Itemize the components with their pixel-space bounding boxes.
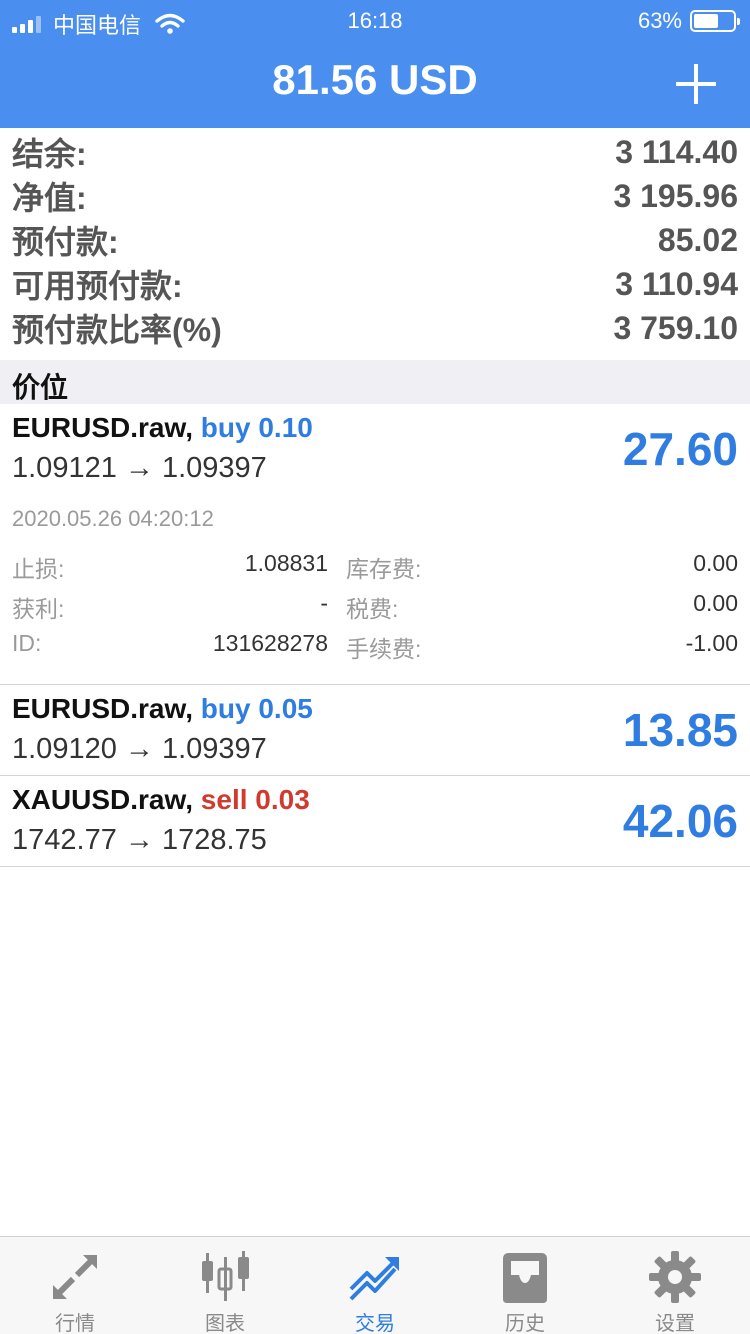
position-prices: 1.09121 → 1.09397 (12, 452, 267, 484)
summary-label: 净值: (12, 180, 87, 216)
detail-stop-loss: 止损: 1.08831 (12, 550, 328, 584)
tab-trade[interactable]: 交易 (300, 1237, 450, 1334)
order-type: buy 0.10 (200, 412, 313, 443)
detail-id: ID: 131628278 (12, 630, 328, 657)
detail-label: 获利: (12, 596, 65, 622)
summary-label: 结余: (12, 136, 87, 172)
add-order-button[interactable] (676, 64, 716, 104)
positions-section-header: 价位 (0, 360, 750, 404)
position-details: 2020.05.26 04:20:12 止损: 1.08831 库存费: 0.0… (0, 494, 750, 684)
symbol-name: EURUSD.raw, (12, 693, 194, 724)
position-symbol: XAUUSD.raw, sell 0.03 (12, 784, 310, 816)
detail-take-profit: 获利: - (12, 590, 328, 624)
summary-value: 3 110.94 (615, 265, 738, 302)
tab-label: 设置 (655, 1313, 695, 1334)
trade-trend-icon (349, 1257, 399, 1301)
symbol-name: EURUSD.raw, (12, 412, 194, 443)
tab-quotes[interactable]: 行情 (0, 1237, 150, 1334)
position-profit: 27.60 (622, 423, 738, 475)
summary-value: 3 195.96 (613, 177, 738, 214)
symbol-name: XAUUSD.raw, (12, 784, 194, 815)
position-symbol: EURUSD.raw, buy 0.05 (12, 693, 313, 725)
detail-swap: 库存费: 0.00 (346, 550, 738, 584)
position-profit: 13.85 (622, 704, 738, 756)
summary-value: 85.02 (657, 221, 738, 258)
summary-row-margin: 预付款: 85.02 (0, 218, 750, 262)
detail-value: - (320, 590, 328, 616)
summary-label: 预付款: (12, 224, 119, 260)
detail-value: -1.00 (685, 630, 738, 656)
history-inbox-icon (503, 1253, 547, 1303)
summary-row-margin-level: 预付款比率(%) 3 759.10 (0, 306, 750, 350)
open-time: 2020.05.26 04:20:12 (12, 506, 214, 531)
summary-value: 3 114.40 (615, 133, 738, 170)
detail-label: 手续费: (346, 636, 422, 662)
tab-settings[interactable]: 设置 (600, 1237, 750, 1334)
battery-icon (690, 10, 740, 32)
detail-value: 131628278 (212, 630, 328, 656)
tab-label: 行情 (55, 1313, 95, 1334)
tab-label: 历史 (505, 1313, 545, 1334)
summary-label: 可用预付款: (12, 268, 183, 304)
position-profit: 42.06 (622, 795, 738, 847)
detail-commission: 手续费: -1.00 (346, 630, 738, 664)
account-summary: 结余: 3 114.40 净值: 3 195.96 预付款: 85.02 可用预… (0, 130, 750, 350)
position-prices: 1742.77 → 1728.75 (12, 824, 267, 856)
tab-history[interactable]: 历史 (450, 1237, 600, 1334)
summary-row-free-margin: 可用预付款: 3 110.94 (0, 262, 750, 306)
positions-list: EURUSD.raw, buy 0.10 1.09121 → 1.09397 2… (0, 404, 750, 867)
tab-bar: 行情 图表 交易 历史 设置 (0, 1236, 750, 1334)
status-bar: 中国电信 16:18 63% (0, 0, 750, 40)
summary-row-balance: 结余: 3 114.40 (0, 130, 750, 174)
detail-value: 1.08831 (244, 550, 328, 576)
summary-row-equity: 净值: 3 195.96 (0, 174, 750, 218)
detail-tax: 税费: 0.00 (346, 590, 738, 624)
battery-percent: 63% (637, 8, 682, 33)
detail-label: 止损: (12, 556, 65, 582)
detail-label: ID: (12, 630, 42, 656)
tab-label: 图表 (205, 1313, 245, 1334)
tab-charts[interactable]: 图表 (150, 1237, 300, 1334)
candlestick-chart-icon (202, 1251, 249, 1301)
detail-value: 0.00 (693, 590, 738, 616)
position-item[interactable]: XAUUSD.raw, sell 0.03 1742.77 → 1728.75 … (0, 776, 750, 867)
page-title: 81.56 USD (272, 56, 478, 103)
quotes-arrows-icon (53, 1255, 97, 1299)
position-item[interactable]: EURUSD.raw, buy 0.05 1.09120 → 1.09397 1… (0, 685, 750, 776)
position-prices: 1.09120 → 1.09397 (12, 733, 267, 765)
summary-label: 预付款比率(%) (12, 312, 222, 348)
order-type: sell 0.03 (200, 784, 310, 815)
position-symbol: EURUSD.raw, buy 0.10 (12, 412, 313, 444)
tab-label: 交易 (355, 1313, 395, 1334)
detail-value: 0.00 (693, 550, 738, 576)
detail-label: 税费: (346, 596, 399, 622)
order-type: buy 0.05 (200, 693, 313, 724)
gear-icon (649, 1251, 701, 1303)
position-item[interactable]: EURUSD.raw, buy 0.10 1.09121 → 1.09397 2… (0, 404, 750, 685)
header: 中国电信 16:18 63% 81.56 USD (0, 0, 750, 128)
summary-value: 3 759.10 (613, 309, 738, 346)
detail-label: 库存费: (346, 556, 422, 582)
